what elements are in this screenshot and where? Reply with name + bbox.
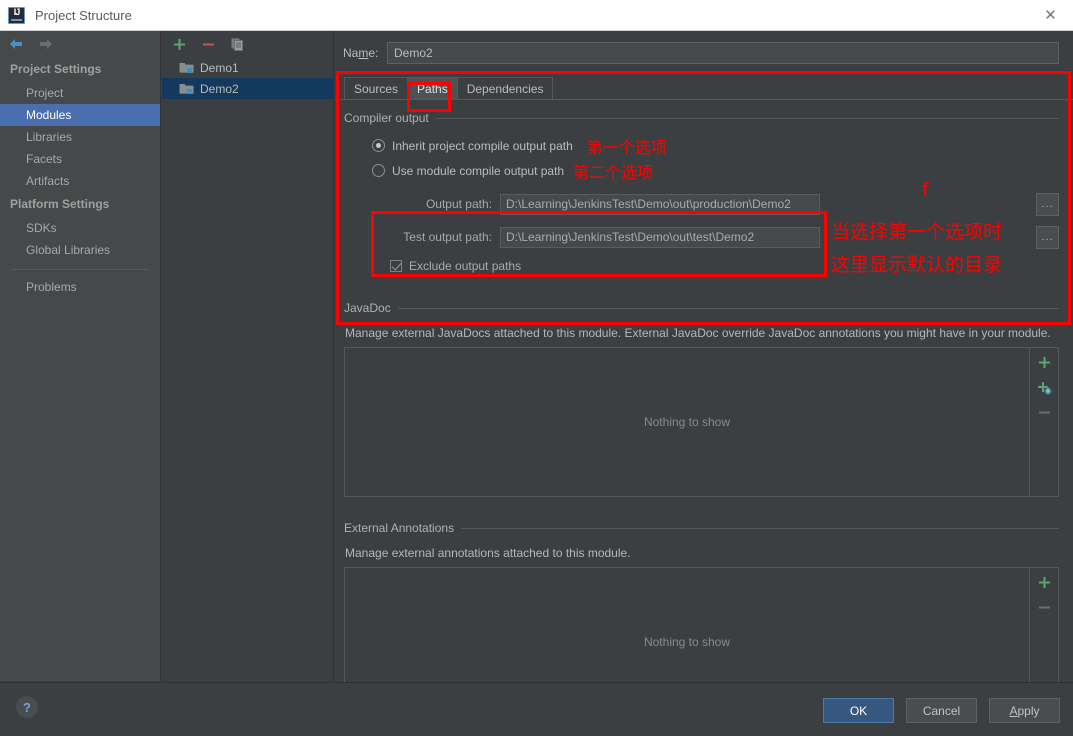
paths-tab-content: Compiler output Inherit project compile … bbox=[335, 111, 1073, 717]
modules-list-panel: Demo1 Demo2 bbox=[162, 31, 334, 681]
sidebar-item-project[interactable]: Project bbox=[0, 82, 160, 104]
sidebar-divider bbox=[10, 269, 150, 270]
plus-globe-icon[interactable] bbox=[1037, 380, 1052, 398]
radio-inherit-project-output[interactable] bbox=[372, 139, 385, 152]
sidebar-group-project-settings: Project Settings Project Modules Librari… bbox=[0, 57, 160, 192]
module-name-label: Name: bbox=[343, 46, 379, 60]
group-rule bbox=[397, 307, 1059, 309]
annotation-second-option: 第二个选项 bbox=[573, 162, 654, 182]
sidebar-item-global-libraries[interactable]: Global Libraries bbox=[0, 239, 160, 261]
external-annotations-group-header: External Annotations bbox=[344, 521, 1059, 535]
window-title: Project Structure bbox=[35, 7, 132, 23]
tab-sources[interactable]: Sources bbox=[344, 77, 409, 100]
title-bar: Project Structure ✕ bbox=[0, 0, 1073, 31]
test-output-path-label: Test output path: bbox=[403, 230, 492, 244]
close-icon[interactable]: ✕ bbox=[1028, 0, 1073, 30]
external-annotations-description: Manage external annotations attached to … bbox=[345, 546, 631, 560]
annotation-stray-f: f bbox=[922, 179, 929, 201]
compiler-output-group-header: Compiler output bbox=[344, 111, 1059, 125]
tab-paths[interactable]: Paths bbox=[407, 77, 458, 100]
exclude-output-paths-checkbox[interactable] bbox=[390, 260, 402, 272]
output-path-browse-button[interactable]: ... bbox=[1036, 192, 1059, 216]
sidebar-item-modules[interactable]: Modules bbox=[0, 104, 160, 126]
output-path-input[interactable] bbox=[500, 193, 820, 215]
minus-icon[interactable] bbox=[201, 37, 216, 52]
external-annotations-empty-text: Nothing to show bbox=[643, 635, 731, 649]
sidebar-item-artifacts[interactable]: Artifacts bbox=[0, 170, 160, 192]
copy-icon[interactable] bbox=[230, 37, 245, 52]
group-rule bbox=[461, 527, 1059, 529]
cancel-button[interactable]: Cancel bbox=[906, 698, 977, 723]
annotation-first-option: 第一个选项 bbox=[586, 137, 667, 157]
inherit-output-path-row[interactable]: Inherit project compile output path 第一个选… bbox=[372, 135, 1059, 157]
module-folder-icon bbox=[179, 63, 194, 73]
apply-button[interactable]: Apply bbox=[989, 698, 1060, 723]
sidebar-item-facets[interactable]: Facets bbox=[0, 148, 160, 170]
sidebar-item-libraries[interactable]: Libraries bbox=[0, 126, 160, 148]
module-settings-panel: Name: Sources Paths Dependencies Compile… bbox=[335, 31, 1073, 717]
use-module-output-path-row[interactable]: Use module compile output path 第二个选项 bbox=[372, 160, 1059, 182]
sidebar-heading-platform-settings: Platform Settings bbox=[10, 197, 110, 211]
tab-underline bbox=[335, 99, 1073, 100]
list-item[interactable]: Demo2 bbox=[162, 78, 333, 99]
dialog-buttons: OK Cancel Apply bbox=[823, 698, 1060, 723]
plus-icon[interactable] bbox=[1037, 575, 1052, 593]
sidebar-item-problems[interactable]: Problems bbox=[0, 276, 160, 298]
module-name-row: Name: bbox=[335, 31, 1073, 64]
annotation-when-first-selected: 当选择第一个选项时 bbox=[831, 221, 1003, 243]
javadoc-list-wrap: Nothing to show bbox=[344, 347, 1059, 497]
external-annotations-label: External Annotations bbox=[344, 521, 455, 535]
radio-use-module-label: Use module compile output path bbox=[392, 163, 565, 178]
radio-use-module-output[interactable] bbox=[372, 164, 385, 177]
test-output-path-browse-button[interactable]: ... bbox=[1036, 225, 1059, 249]
plus-icon[interactable] bbox=[172, 37, 187, 52]
sidebar-item-sdks[interactable]: SDKs bbox=[0, 217, 160, 239]
intellij-idea-icon bbox=[8, 6, 25, 24]
ok-button[interactable]: OK bbox=[823, 698, 894, 723]
group-rule bbox=[435, 117, 1059, 119]
javadoc-empty-text: Nothing to show bbox=[643, 415, 731, 429]
javadoc-label: JavaDoc bbox=[344, 301, 391, 315]
plus-icon[interactable] bbox=[1037, 355, 1052, 373]
javadoc-listbox[interactable]: Nothing to show bbox=[344, 347, 1030, 497]
module-tabs: Sources Paths Dependencies bbox=[335, 77, 1073, 100]
sidebar-nav-arrows bbox=[0, 31, 160, 57]
compiler-output-label: Compiler output bbox=[344, 111, 429, 125]
radio-inherit-label: Inherit project compile output path bbox=[392, 138, 573, 153]
output-path-label: Output path: bbox=[425, 197, 492, 211]
javadoc-description: Manage external JavaDocs attached to thi… bbox=[345, 326, 1051, 340]
module-name-input[interactable] bbox=[387, 42, 1059, 64]
list-item[interactable]: Demo1 bbox=[162, 57, 333, 78]
minus-icon[interactable] bbox=[1037, 405, 1052, 423]
arrow-right-icon[interactable] bbox=[37, 37, 54, 51]
settings-sidebar: Project Settings Project Modules Librari… bbox=[0, 31, 161, 681]
sidebar-group-platform-settings: Platform Settings SDKs Global Libraries bbox=[0, 192, 160, 261]
sidebar-heading-project-settings: Project Settings bbox=[10, 62, 102, 76]
tab-dependencies[interactable]: Dependencies bbox=[456, 77, 554, 100]
project-structure-dialog: Project Structure ✕ Project Settings Pro… bbox=[0, 0, 1073, 736]
help-button[interactable]: ? bbox=[16, 696, 38, 718]
module-folder-icon bbox=[179, 84, 194, 94]
list-item-label: Demo2 bbox=[200, 81, 239, 96]
test-output-path-input[interactable] bbox=[500, 226, 820, 248]
exclude-output-paths-label: Exclude output paths bbox=[409, 259, 522, 273]
output-path-row: Output path: ... bbox=[372, 191, 1059, 217]
arrow-left-icon[interactable] bbox=[8, 37, 25, 51]
list-item-label: Demo1 bbox=[200, 60, 239, 75]
annotation-default-dir-shown: 这里显示默认的目录 bbox=[831, 254, 1003, 276]
modules-toolbar bbox=[162, 31, 333, 57]
minus-icon[interactable] bbox=[1037, 600, 1052, 618]
javadoc-group-header: JavaDoc bbox=[344, 301, 1059, 315]
javadoc-list-actions bbox=[1030, 347, 1059, 497]
